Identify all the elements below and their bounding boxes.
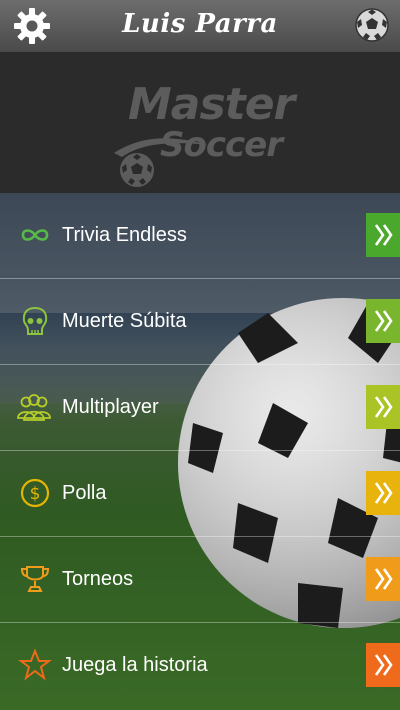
svg-text:$: $ <box>30 484 41 504</box>
go-button-multiplayer[interactable] <box>366 385 400 429</box>
menu-item-label: Trivia Endless <box>62 224 187 246</box>
logo-banner: Master Soccer <box>0 53 400 193</box>
soccer-ball-icon[interactable] <box>354 7 390 43</box>
app-screen: Luis Parra Master Soccer Trivia Endless … <box>0 0 400 710</box>
go-button-polla[interactable] <box>366 471 400 515</box>
top-bar: Luis Parra <box>0 0 400 53</box>
menu-item-muerte-subita[interactable]: Muerte Súbita <box>0 279 400 365</box>
logo-ball-icon <box>118 151 156 189</box>
go-button-juega-la-historia[interactable] <box>366 643 400 687</box>
go-button-torneos[interactable] <box>366 557 400 601</box>
menu-item-multiplayer[interactable]: Multiplayer <box>0 365 400 451</box>
logo-text-soccer: Soccer <box>160 125 283 165</box>
menu-item-polla[interactable]: $ Polla <box>0 451 400 537</box>
logo-text-master: Master <box>128 79 295 130</box>
trophy-icon <box>20 566 50 592</box>
menu-item-trivia-endless[interactable]: Trivia Endless <box>0 193 400 279</box>
menu-item-label: Muerte Súbita <box>62 310 187 332</box>
main-menu: Trivia Endless Muerte Súbita Multiplayer… <box>0 193 400 708</box>
infinity-icon <box>21 229 49 241</box>
star-icon <box>18 648 52 681</box>
menu-item-label: Juega la historia <box>62 654 208 676</box>
menu-item-juega-la-historia[interactable]: Juega la historia <box>0 623 400 708</box>
dollar-coin-icon: $ <box>20 478 50 508</box>
skull-icon <box>22 306 48 335</box>
menu-item-label: Torneos <box>62 568 134 590</box>
user-name-title: Luis Parra <box>122 9 278 39</box>
menu-item-label: Polla <box>62 482 107 504</box>
menu-item-torneos[interactable]: Torneos <box>0 537 400 623</box>
go-button-trivia-endless[interactable] <box>366 213 400 257</box>
group-icon <box>17 394 51 421</box>
menu-item-label: Multiplayer <box>62 396 159 418</box>
go-button-muerte-subita[interactable] <box>366 299 400 343</box>
